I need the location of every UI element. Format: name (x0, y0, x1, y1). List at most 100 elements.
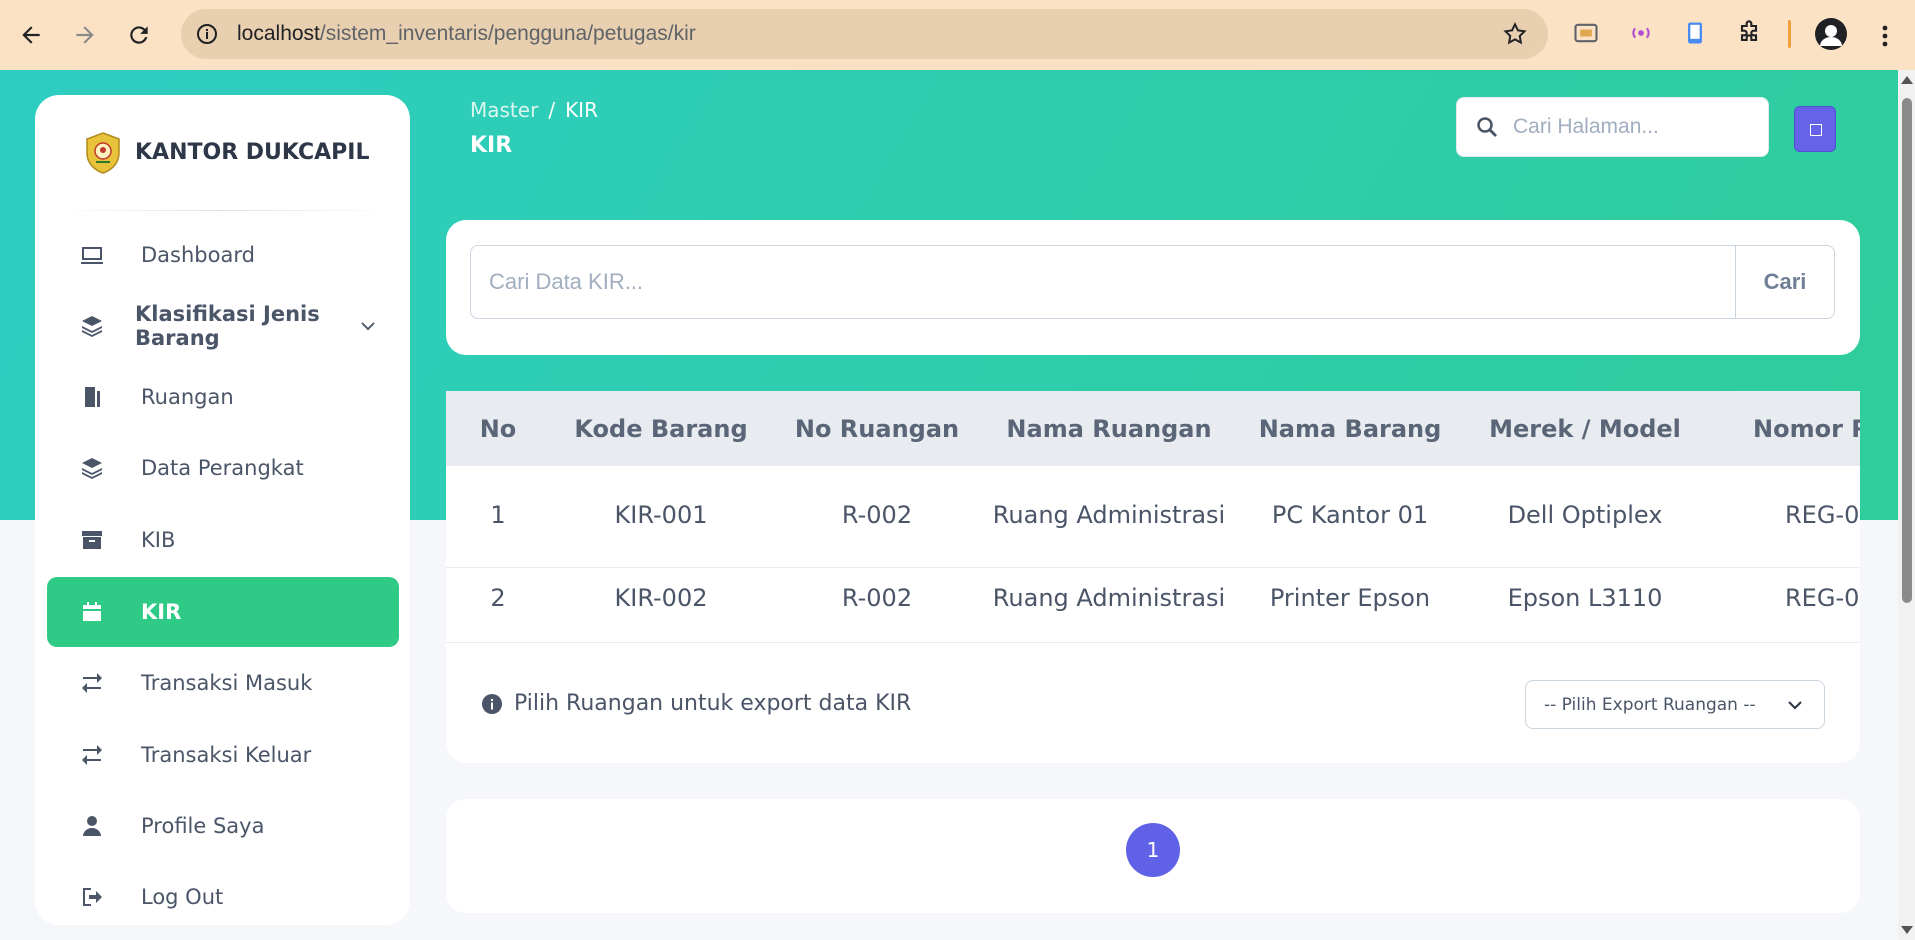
table-cell: Printer Epson (1269, 584, 1431, 612)
sidebar-item-profile-saya[interactable]: Profile Saya (47, 791, 399, 861)
search-icon (1477, 117, 1497, 137)
cast-icon[interactable] (1571, 18, 1601, 48)
sidebar-item-label: Transaksi Keluar (141, 743, 312, 767)
sidebar-item-ruangan[interactable]: Ruangan (47, 362, 399, 432)
sidebar-item-data-perangkat[interactable]: Data Perangkat (47, 433, 399, 503)
sidebar-item-log-out[interactable]: Log Out (47, 862, 399, 925)
page-button-current[interactable]: 1 (1126, 823, 1180, 877)
table-cell: Ruang Administrasi (992, 584, 1226, 612)
table-cell: Epson L3110 (1507, 584, 1663, 612)
archive-icon (79, 527, 105, 553)
sidebar-item-klasifikasi-jenis-barang[interactable]: Klasifikasi Jenis Barang (47, 291, 399, 361)
table-cell: 1 (490, 501, 506, 529)
column-header[interactable]: Nama Ruangan (1006, 415, 1211, 443)
row-divider (446, 567, 1860, 568)
pagination-card: 1 (446, 799, 1860, 913)
sidebar-item-transaksi-masuk[interactable]: Transaksi Masuk (47, 648, 399, 718)
exchange-icon (79, 742, 105, 768)
browser-toolbar: localhost/sistem_inventaris/pengguna/pet… (0, 0, 1915, 70)
header-action-button[interactable] (1794, 106, 1836, 152)
table-cell: KIR-002 (614, 584, 708, 612)
page-scrollbar[interactable] (1898, 70, 1915, 940)
kir-table-card: No Kode Barang No Ruangan Nama Ruangan N… (446, 391, 1860, 763)
monitor-icon (79, 242, 105, 268)
layers-icon (79, 455, 105, 481)
column-header[interactable]: Kode Barang (574, 415, 747, 443)
export-room-select[interactable]: -- Pilih Export Ruangan -- (1525, 680, 1825, 729)
sidebar-item-label: Log Out (141, 885, 224, 909)
export-note: Pilih Ruangan untuk export data KIR (482, 691, 911, 716)
column-header[interactable]: Merek / Model (1489, 415, 1681, 443)
table-header: No Kode Barang No Ruangan Nama Ruangan N… (446, 391, 1860, 466)
table-cell: REG-00 (1785, 501, 1860, 529)
column-header[interactable]: Nama Barang (1259, 415, 1442, 443)
table-cell: Dell Optiplex (1507, 501, 1663, 529)
table-cell: R-002 (841, 584, 913, 612)
sidebar-item-label: Transaksi Masuk (141, 671, 313, 695)
sidebar-item-label: Dashboard (141, 243, 255, 267)
sidebar-item-kib[interactable]: KIB (47, 505, 399, 575)
kebab-menu-icon[interactable] (1875, 22, 1895, 50)
profile-avatar[interactable] (1815, 18, 1847, 50)
table-cell: 2 (490, 584, 506, 612)
table-cell: REG-00 (1785, 584, 1860, 612)
exchange-icon (79, 670, 105, 696)
scroll-thumb[interactable] (1902, 98, 1912, 603)
sidebar-item-label: Profile Saya (141, 814, 265, 838)
breadcrumb-separator: / (548, 98, 556, 122)
export-note-text: Pilih Ruangan untuk export data KIR (514, 691, 912, 716)
kir-search-input[interactable] (470, 245, 1753, 319)
chevron-down-icon (361, 322, 375, 331)
broadcast-icon[interactable] (1626, 18, 1656, 48)
column-header[interactable]: No Ruangan (795, 415, 959, 443)
brand[interactable]: KANTOR DUKCAPIL (35, 95, 410, 210)
forward-button[interactable] (62, 12, 108, 58)
scroll-up-arrow[interactable] (1901, 76, 1913, 84)
arrow-right-icon (76, 26, 94, 44)
layers-icon (79, 313, 105, 339)
dukcapil-logo-icon (86, 131, 120, 174)
table-cell: R-002 (841, 501, 913, 529)
sidebar-item-label: KIR (141, 600, 182, 624)
bookmark-star-icon[interactable] (1502, 21, 1528, 47)
arrow-left-icon (22, 26, 40, 44)
sidebar-item-kir[interactable]: KIR (47, 577, 399, 647)
sidebar-divider (55, 210, 390, 211)
info-circle-icon (482, 693, 502, 714)
table-cell: PC Kantor 01 (1271, 501, 1429, 529)
reload-icon (130, 26, 148, 44)
column-header[interactable]: Nomor Reg (1753, 415, 1860, 443)
page-search-input[interactable] (1513, 115, 1753, 139)
extension-phone-icon[interactable] (1680, 18, 1710, 48)
export-select-value: -- Pilih Export Ruangan -- (1544, 694, 1756, 715)
chevron-down-icon (1788, 700, 1802, 709)
user-icon (79, 813, 105, 839)
column-header[interactable]: No (480, 415, 517, 443)
calendar-icon (79, 599, 105, 625)
page-title: KIR (470, 133, 513, 158)
square-icon (1810, 124, 1822, 136)
back-button[interactable] (8, 12, 54, 58)
brand-name: KANTOR DUKCAPIL (135, 140, 370, 165)
breadcrumb-current: KIR (565, 98, 598, 122)
reload-button[interactable] (116, 12, 162, 58)
sidebar-item-dashboard[interactable]: Dashboard (47, 220, 399, 290)
table-cell: KIR-001 (614, 501, 708, 529)
address-bar[interactable]: localhost/sistem_inventaris/pengguna/pet… (181, 9, 1548, 59)
search-button[interactable]: Cari (1735, 245, 1835, 319)
info-icon[interactable] (195, 22, 219, 46)
door-icon (79, 384, 105, 410)
sidebar-item-transaksi-keluar[interactable]: Transaksi Keluar (47, 720, 399, 790)
scroll-down-arrow[interactable] (1901, 926, 1913, 934)
sidebar-item-label: Data Perangkat (141, 456, 304, 480)
search-card: Cari (446, 220, 1860, 355)
extensions-puzzle-icon[interactable] (1734, 18, 1764, 48)
sidebar: KANTOR DUKCAPIL Dashboard Klasifikasi Je… (35, 95, 410, 925)
page-search (1456, 97, 1769, 157)
url-text: localhost/sistem_inventaris/pengguna/pet… (237, 22, 696, 45)
table-cell: Ruang Administrasi (992, 501, 1226, 529)
logout-icon (79, 884, 105, 910)
sidebar-item-label: Ruangan (141, 385, 234, 409)
row-divider (446, 642, 1860, 643)
breadcrumb-parent[interactable]: Master (470, 98, 538, 122)
